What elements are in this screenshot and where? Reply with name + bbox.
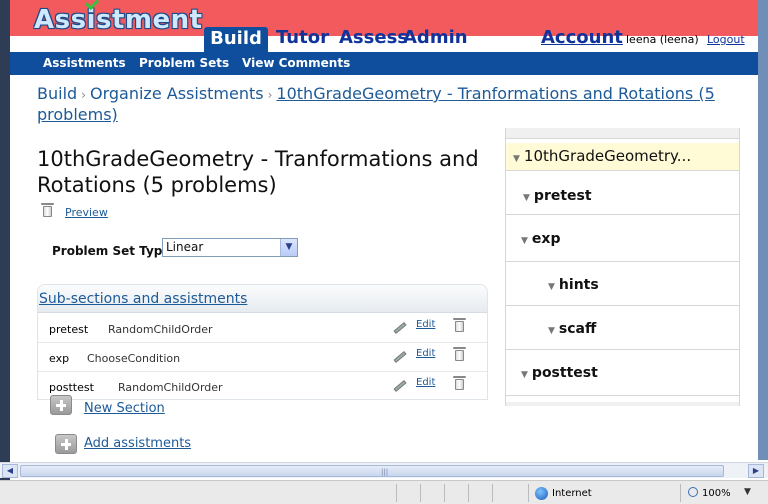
status-divider — [492, 484, 493, 502]
tree-node-scaff[interactable]: ▼ scaff — [506, 306, 739, 350]
tree-node-label: hints — [558, 277, 599, 293]
nav-account-link[interactable]: Account — [541, 27, 623, 48]
subnav-assistments[interactable]: Assistments — [43, 56, 126, 70]
status-divider — [420, 484, 421, 502]
tree-bottom-edge — [506, 402, 739, 406]
triangle-down-icon[interactable]: ▼ — [521, 370, 528, 380]
row-name: pretest — [49, 323, 89, 336]
logout-link[interactable]: Logout — [707, 33, 745, 46]
globe-icon — [535, 487, 548, 500]
trash-icon[interactable] — [453, 347, 466, 361]
status-bar: Internet 100% ▼ — [0, 480, 768, 504]
tree-node-label: pretest — [533, 188, 592, 204]
triangle-down-icon[interactable]: ▼ — [513, 154, 520, 164]
row-name: posttest — [49, 381, 94, 394]
trash-icon[interactable] — [453, 376, 466, 390]
breadcrumb-organize-assistments[interactable]: Organize Assistments — [90, 84, 264, 103]
breadcrumb-build[interactable]: Build — [37, 84, 77, 103]
status-divider — [396, 484, 397, 502]
vertical-scrollbar[interactable] — [758, 0, 768, 460]
app-header: Assistment Build Tutor Assess Admin Acco… — [0, 0, 768, 57]
trash-icon[interactable] — [453, 318, 466, 332]
nav-tutor-tab[interactable]: Tutor — [276, 27, 329, 48]
row-type: ChooseCondition — [87, 352, 181, 365]
problem-set-type-label: Problem Set Type: — [52, 244, 176, 258]
add-assistments-link[interactable]: Add assistments — [84, 436, 191, 451]
page-title: 10thGradeGeometry - Tranformations and R… — [37, 147, 479, 197]
status-divider — [528, 484, 529, 502]
nav-build-tab[interactable]: Build — [204, 27, 268, 52]
subnav-problem-sets[interactable]: Problem Sets — [139, 56, 229, 70]
nav-admin-tab[interactable]: Admin — [403, 27, 468, 48]
subsection-row-exp: exp ChooseCondition Edit — [38, 343, 487, 372]
horizontal-scrollbar[interactable]: ◀ ||| ▶ — [0, 462, 768, 478]
subnav-view-comments[interactable]: View Comments — [242, 56, 350, 70]
grip-icon: ||| — [381, 468, 389, 476]
status-divider — [468, 484, 469, 502]
chevron-down-icon[interactable]: ▼ — [744, 487, 751, 497]
tree-node-exp[interactable]: ▼ exp — [506, 217, 739, 262]
scroll-thumb[interactable]: ||| — [20, 465, 724, 477]
pencil-icon[interactable] — [393, 379, 407, 393]
tree-node-label: 10thGradeGeometry... — [523, 147, 692, 165]
breadcrumb-separator: › — [267, 88, 273, 102]
trash-icon[interactable] — [41, 203, 54, 217]
preview-link[interactable]: Preview — [65, 206, 108, 219]
edit-link[interactable]: Edit — [416, 377, 435, 388]
zoom-level[interactable]: 100% — [702, 488, 731, 499]
triangle-down-icon[interactable]: ▼ — [521, 236, 528, 246]
triangle-down-icon[interactable]: ▼ — [548, 326, 555, 336]
edit-link[interactable]: Edit — [416, 348, 435, 359]
subsections-header: Sub-sections and assistments — [38, 285, 487, 313]
tree-node-pretest[interactable]: ▼ pretest — [506, 173, 739, 215]
app-logo[interactable]: Assistment — [34, 5, 203, 35]
triangle-down-icon[interactable]: ▼ — [523, 193, 530, 203]
add-assistments-icon[interactable] — [55, 434, 77, 454]
tree-node-posttest[interactable]: ▼ posttest — [506, 350, 739, 396]
subsections-header-link[interactable]: Sub-sections and assistments — [39, 291, 247, 307]
security-zone: Internet — [552, 488, 592, 499]
scroll-left-icon[interactable]: ◀ — [2, 464, 18, 478]
structure-tree: ▼ 10thGradeGeometry... ▼ pretest ▼ exp ▼ hin… — [505, 128, 740, 406]
breadcrumb: Build › Organize Assistments › 10thGradeGeom… — [37, 84, 749, 125]
problem-set-type-select[interactable]: Linear ▼ — [162, 238, 298, 257]
edit-link[interactable]: Edit — [416, 319, 435, 330]
tree-node-hints[interactable]: ▼ hints — [506, 262, 739, 306]
row-type: RandomChildOrder — [118, 381, 223, 394]
nav-assess-tab[interactable]: Assess — [339, 27, 408, 48]
subsection-row-pretest: pretest RandomChildOrder Edit — [38, 314, 487, 343]
triangle-down-icon[interactable]: ▼ — [548, 282, 555, 292]
tree-node-label: exp — [531, 231, 561, 247]
subsection-row-posttest: posttest RandomChildOrder Edit — [38, 372, 487, 401]
pencil-icon[interactable] — [393, 321, 407, 335]
add-section-icon[interactable] — [50, 395, 72, 415]
pencil-icon[interactable] — [393, 350, 407, 364]
status-divider — [444, 484, 445, 502]
problem-set-type-value: Linear — [166, 240, 204, 254]
row-type: RandomChildOrder — [108, 323, 213, 336]
window-frame-left — [0, 0, 10, 504]
chevron-down-icon[interactable]: ▼ — [280, 239, 297, 256]
status-divider — [680, 484, 681, 502]
tree-top-edge — [506, 128, 739, 139]
zoom-icon[interactable] — [688, 487, 698, 497]
row-name: exp — [49, 352, 70, 365]
user-name: leena (leena) — [626, 33, 699, 46]
new-section-link[interactable]: New Section — [84, 401, 165, 416]
breadcrumb-separator: › — [81, 88, 86, 102]
sub-navigation: Assistments Problem Sets View Comments — [10, 52, 758, 75]
subsections-panel: Sub-sections and assistments pretest Ran… — [37, 284, 488, 400]
tree-node-label: posttest — [531, 365, 598, 381]
tree-node-root[interactable]: ▼ 10thGradeGeometry... — [506, 143, 739, 171]
scroll-right-icon[interactable]: ▶ — [748, 464, 764, 478]
tree-node-label: scaff — [558, 321, 597, 337]
